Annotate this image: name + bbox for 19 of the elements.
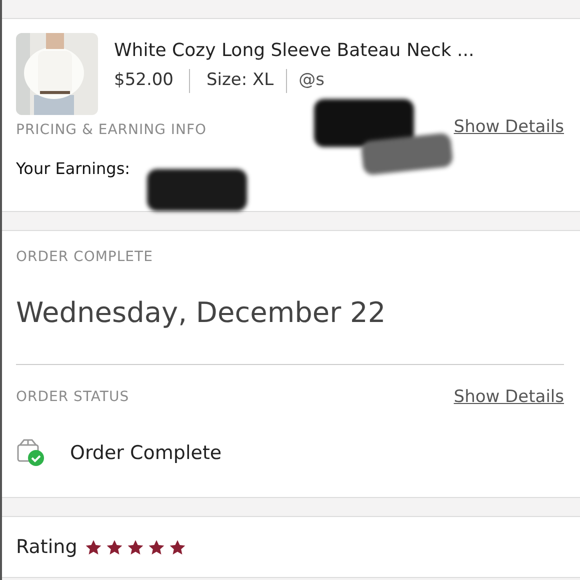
- show-details-link[interactable]: Show Details: [454, 115, 564, 140]
- star-icon: [127, 538, 144, 556]
- earnings-label: Your Earnings:: [16, 158, 130, 180]
- section-heading: PRICING & EARNING INFO: [16, 120, 207, 140]
- item-price: $52.00: [114, 69, 174, 92]
- star-icon: [106, 538, 124, 556]
- box-check-icon: [16, 438, 46, 467]
- section-heading: ORDER STATUS: [16, 388, 130, 408]
- star-icon: [85, 538, 102, 556]
- star-icon: [169, 538, 186, 556]
- rating-label: Rating: [16, 534, 78, 560]
- show-details-link[interactable]: Show Details: [454, 385, 564, 410]
- order-date: Wednesday, December 22: [16, 295, 387, 331]
- seller-handle[interactable]: @s: [298, 68, 324, 94]
- section-heading: ORDER COMPLETE: [16, 248, 153, 267]
- order-status: Order Complete: [70, 440, 222, 466]
- item-size: Size: XL: [206, 69, 274, 92]
- star-icon: [148, 538, 166, 556]
- item-title[interactable]: White Cozy Long Sleeve Bateau Neck ...: [114, 37, 564, 64]
